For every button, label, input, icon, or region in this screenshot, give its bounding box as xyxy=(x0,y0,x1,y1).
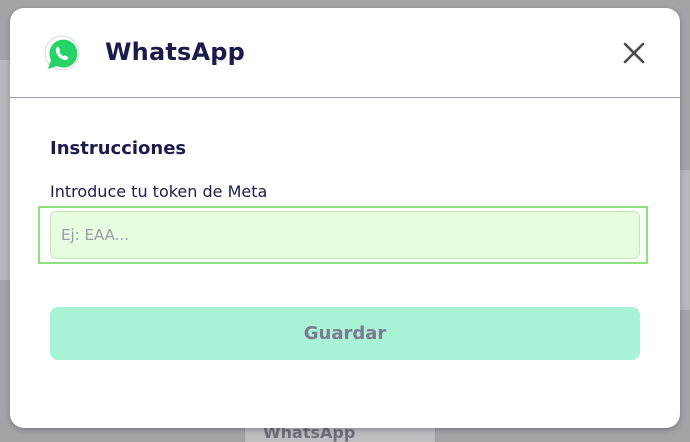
background-panel-right xyxy=(680,170,690,310)
whatsapp-modal: WhatsApp Instrucciones Introduce tu toke… xyxy=(10,8,680,428)
whatsapp-logo-icon xyxy=(44,35,80,71)
save-button[interactable]: Guardar xyxy=(50,307,640,360)
close-icon[interactable] xyxy=(620,39,648,67)
meta-token-input[interactable] xyxy=(50,211,640,259)
token-field-label: Introduce tu token de Meta xyxy=(50,182,268,201)
modal-body: Instrucciones Introduce tu token de Meta… xyxy=(10,98,680,428)
modal-title: WhatsApp xyxy=(105,38,246,66)
section-title: Instrucciones xyxy=(50,138,187,159)
modal-header: WhatsApp xyxy=(10,8,680,98)
